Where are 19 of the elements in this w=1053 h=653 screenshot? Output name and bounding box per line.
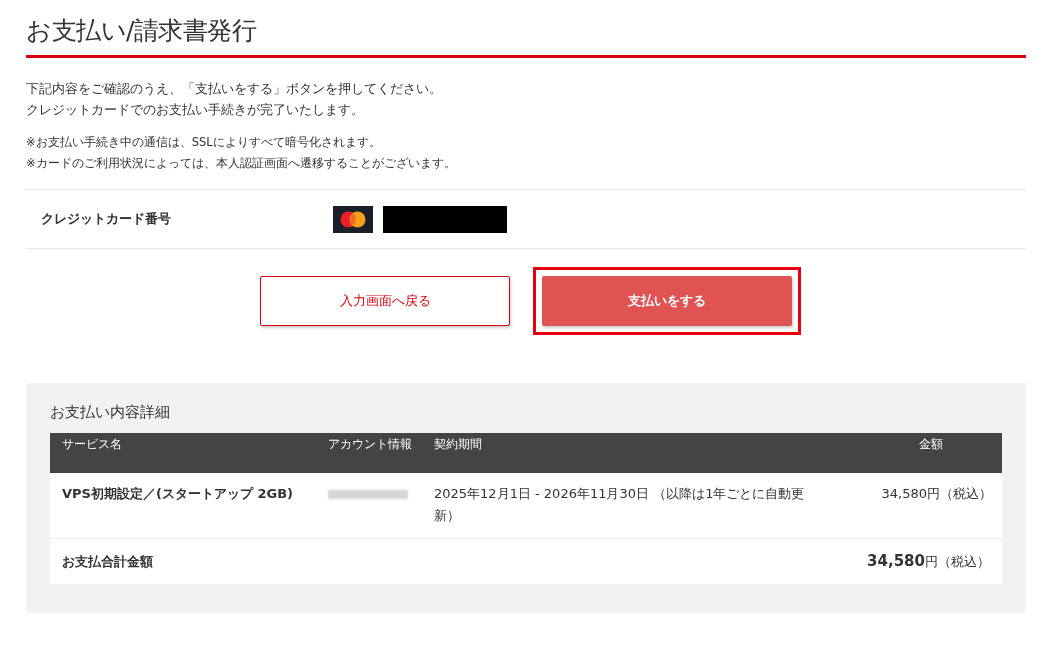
pay-button[interactable]: 支払いをする	[542, 276, 792, 326]
section-heading: お支払い内容詳細	[50, 403, 171, 422]
column-header: アカウント情報	[327, 436, 413, 453]
table-cell-text: 34,580円（税込）	[880, 485, 993, 503]
total-label: お支払合計金額	[62, 552, 153, 571]
column-header: 契約期間	[433, 436, 483, 453]
card-brand-icon	[333, 205, 373, 233]
note-text: ※カードのご利用状況によっては、本人認証画面へ遷移することがございます。	[26, 155, 457, 172]
column-header: サービス名	[61, 436, 123, 453]
total-amount: 34,580円（税込）	[867, 552, 990, 571]
table-cell-text: VPS初期設定／(スタートアップ 2GB)	[61, 485, 294, 503]
instruction-text: 下記内容をご確認のうえ、「支払いをする」ボタンを押してください。	[26, 80, 443, 98]
instruction-text: クレジットカードでのお支払い手続きが完了いたします。	[26, 101, 365, 119]
column-header: 金額	[918, 436, 944, 453]
back-button[interactable]: 入力画面へ戻る	[260, 276, 510, 326]
table-cell-text: 2025年12月1日 - 2026年11月30日 （以降は1年ごとに自動更新）	[433, 485, 806, 525]
field-label: クレジットカード番号	[40, 210, 172, 228]
note-text: ※お支払い手続き中の通信は、SSLによりすべて暗号化されます。	[26, 134, 382, 151]
page-title: お支払い/請求書発行	[26, 12, 1026, 58]
